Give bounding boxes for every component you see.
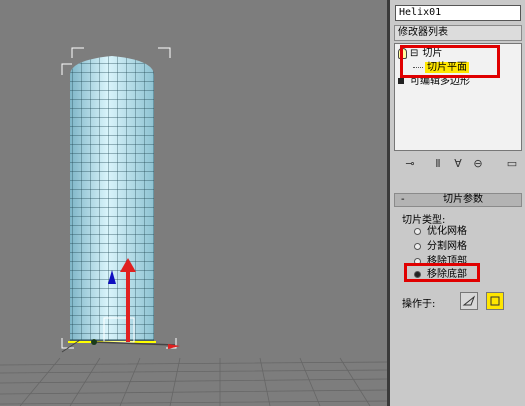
radio-label: 分割网格 xyxy=(427,241,467,252)
stack-item-slice[interactable]: ⊟ 切片 xyxy=(398,47,442,61)
stack-item-label: 可编辑多边形 xyxy=(410,76,470,87)
tree-connector xyxy=(413,66,423,68)
stack-item-label: 切片平面 xyxy=(425,62,469,73)
radio-button-icon xyxy=(414,257,421,265)
viewport-scene xyxy=(0,47,387,406)
radio-label: 移除底部 xyxy=(427,269,467,280)
radio-remove-bottom[interactable]: 移除底部 xyxy=(414,268,467,282)
perspective-viewport[interactable] xyxy=(0,0,387,406)
radio-label: 移除顶部 xyxy=(427,256,467,267)
show-end-result-icon[interactable]: Ⅱ xyxy=(430,156,446,172)
stack-toolbar: ⊸ Ⅱ ∀ ⊖ ▭ xyxy=(394,156,522,174)
radio-label: 优化网格 xyxy=(427,226,467,237)
operate-on-label: 操作于: xyxy=(402,299,436,310)
rollout-collapse-icon: - xyxy=(401,194,405,205)
triangle-face-icon xyxy=(462,295,476,306)
modifier-list-dropdown[interactable]: 修改器列表 xyxy=(394,25,522,41)
stack-item-edit-poly[interactable]: 可编辑多边形 xyxy=(398,75,470,89)
polygon-square-icon xyxy=(490,296,500,306)
stack-item-slice-plane[interactable]: 切片平面 xyxy=(413,61,469,75)
pin-stack-icon[interactable]: ⊸ xyxy=(402,156,418,172)
command-panel: Helix01 修改器列表 ⊟ 切片 切片平面 可编辑多边形 ⊸ Ⅱ ∀ ⊖ ▭ … xyxy=(390,0,525,406)
radio-refine-mesh[interactable]: 优化网格 xyxy=(414,225,467,239)
object-name-field[interactable]: Helix01 xyxy=(395,5,521,21)
operate-on-face-button[interactable] xyxy=(460,292,478,310)
base-object-icon xyxy=(398,78,404,84)
rollout-title: 切片参数 xyxy=(443,194,483,205)
rollout-slice-parameters[interactable]: - 切片参数 xyxy=(394,193,522,207)
stack-item-label: 切片 xyxy=(422,48,443,59)
radio-remove-top[interactable]: 移除顶部 xyxy=(414,255,467,269)
cylinder-mesh xyxy=(68,56,156,343)
ground-grid xyxy=(0,357,387,406)
lightbulb-icon[interactable] xyxy=(398,47,407,59)
radio-button-selected-icon xyxy=(414,270,421,278)
radio-split-mesh[interactable]: 分割网格 xyxy=(414,240,467,254)
configure-modifier-sets-icon[interactable]: ▭ xyxy=(504,156,520,172)
make-unique-icon[interactable]: ∀ xyxy=(450,156,466,172)
remove-modifier-icon[interactable]: ⊖ xyxy=(470,156,486,172)
modifier-stack[interactable]: ⊟ 切片 切片平面 可编辑多边形 xyxy=(394,43,522,151)
radio-button-icon xyxy=(414,227,421,235)
radio-button-icon xyxy=(414,242,421,250)
slice-type-label: 切片类型: xyxy=(402,215,446,226)
collapse-toggle-icon[interactable]: ⊟ xyxy=(410,48,418,59)
operate-on-polygon-button[interactable] xyxy=(486,292,504,310)
